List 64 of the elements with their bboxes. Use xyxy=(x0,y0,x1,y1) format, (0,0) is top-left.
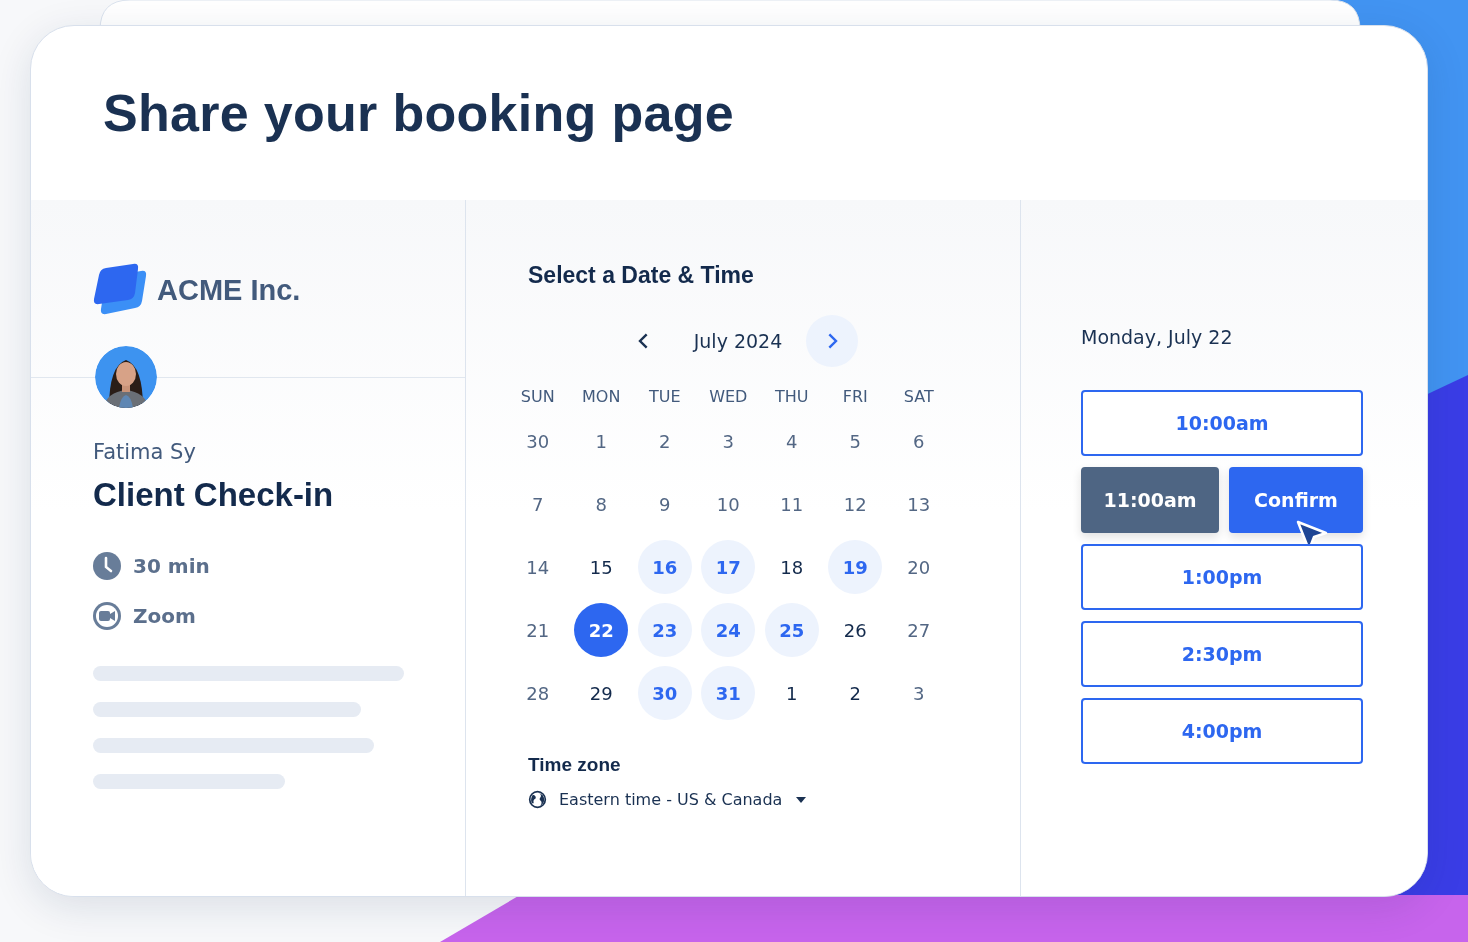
calendar-day[interactable]: 19 xyxy=(828,540,883,594)
calendar-day: 15 xyxy=(574,540,629,594)
calendar-day[interactable]: 30 xyxy=(637,666,692,720)
calendar-day: 11 xyxy=(764,477,819,531)
weekday-label: SUN xyxy=(519,387,556,407)
calendar-day: 21 xyxy=(510,603,565,657)
calendar-day: 29 xyxy=(574,666,629,720)
time-slot-button[interactable]: 4:00pm xyxy=(1081,698,1363,764)
calendar-day: 10 xyxy=(701,477,756,531)
weekday-label: FRI xyxy=(841,387,869,407)
logo-icon xyxy=(93,263,147,317)
calendar-day: 9 xyxy=(637,477,692,531)
calendar-day: 3 xyxy=(701,414,756,468)
calendar-day[interactable]: 23 xyxy=(637,603,692,657)
calendar-day: 4 xyxy=(764,414,819,468)
calendar-day: 27 xyxy=(891,603,946,657)
weekday-label: WED xyxy=(708,387,749,407)
time-slot-button[interactable]: 10:00am xyxy=(1081,390,1363,456)
calendar-day: 1 xyxy=(574,414,629,468)
calendar-heading: Select a Date & Time xyxy=(528,262,754,289)
host-name: Fatima Sy xyxy=(93,440,197,464)
weekday-label: THU xyxy=(774,387,810,407)
timezone-label: Time zone xyxy=(528,754,621,776)
calendar-day[interactable]: 22 xyxy=(574,603,629,657)
calendar-day[interactable]: 16 xyxy=(637,540,692,594)
calendar-day[interactable]: 25 xyxy=(764,603,819,657)
duration-label: 30 min xyxy=(133,554,210,578)
page-title: Share your booking page xyxy=(103,83,734,143)
calendar-day[interactable]: 31 xyxy=(701,666,756,720)
calendar-day: 20 xyxy=(891,540,946,594)
calendar-day: 26 xyxy=(828,603,883,657)
month-label: July 2024 xyxy=(693,330,783,352)
caret-icon xyxy=(796,796,807,803)
weekday-label: SAT xyxy=(902,387,935,407)
calendar-day: 14 xyxy=(510,540,565,594)
time-slot-button[interactable]: 2:30pm xyxy=(1081,621,1363,687)
calendar-day: 5 xyxy=(828,414,883,468)
calendar-day: 3 xyxy=(891,666,946,720)
calendar-day: 2 xyxy=(637,414,692,468)
calendar-day: 2 xyxy=(828,666,883,720)
calendar-day: 28 xyxy=(510,666,565,720)
calendar-day: 1 xyxy=(764,666,819,720)
weekday-label: MON xyxy=(581,387,622,407)
globe-icon xyxy=(528,790,547,809)
company-name: ACME Inc. xyxy=(157,273,301,307)
time-slot-button[interactable]: 1:00pm xyxy=(1081,544,1363,610)
weekday-label: TUE xyxy=(647,387,682,407)
location-label: Zoom xyxy=(133,604,196,628)
calendar-day[interactable]: 17 xyxy=(701,540,756,594)
calendar-day: 12 xyxy=(828,477,883,531)
selected-date: Monday, July 22 xyxy=(1081,326,1233,348)
calendar-day: 6 xyxy=(891,414,946,468)
event-title: Client Check-in xyxy=(93,476,335,514)
video-camera-icon xyxy=(93,602,121,630)
time-slot-button[interactable]: 11:00am xyxy=(1081,467,1219,533)
calendar-day: 18 xyxy=(764,540,819,594)
timezone-dropdown[interactable]: Eastern time - US & Canada xyxy=(528,790,807,809)
calendar-day: 8 xyxy=(574,477,629,531)
confirm-button[interactable]: Confirm xyxy=(1229,467,1363,533)
calendar-day[interactable]: 24 xyxy=(701,603,756,657)
clock-icon xyxy=(93,552,121,580)
calendar-day: 7 xyxy=(510,477,565,531)
calendar-day: 13 xyxy=(891,477,946,531)
calendar-day: 30 xyxy=(510,414,565,468)
